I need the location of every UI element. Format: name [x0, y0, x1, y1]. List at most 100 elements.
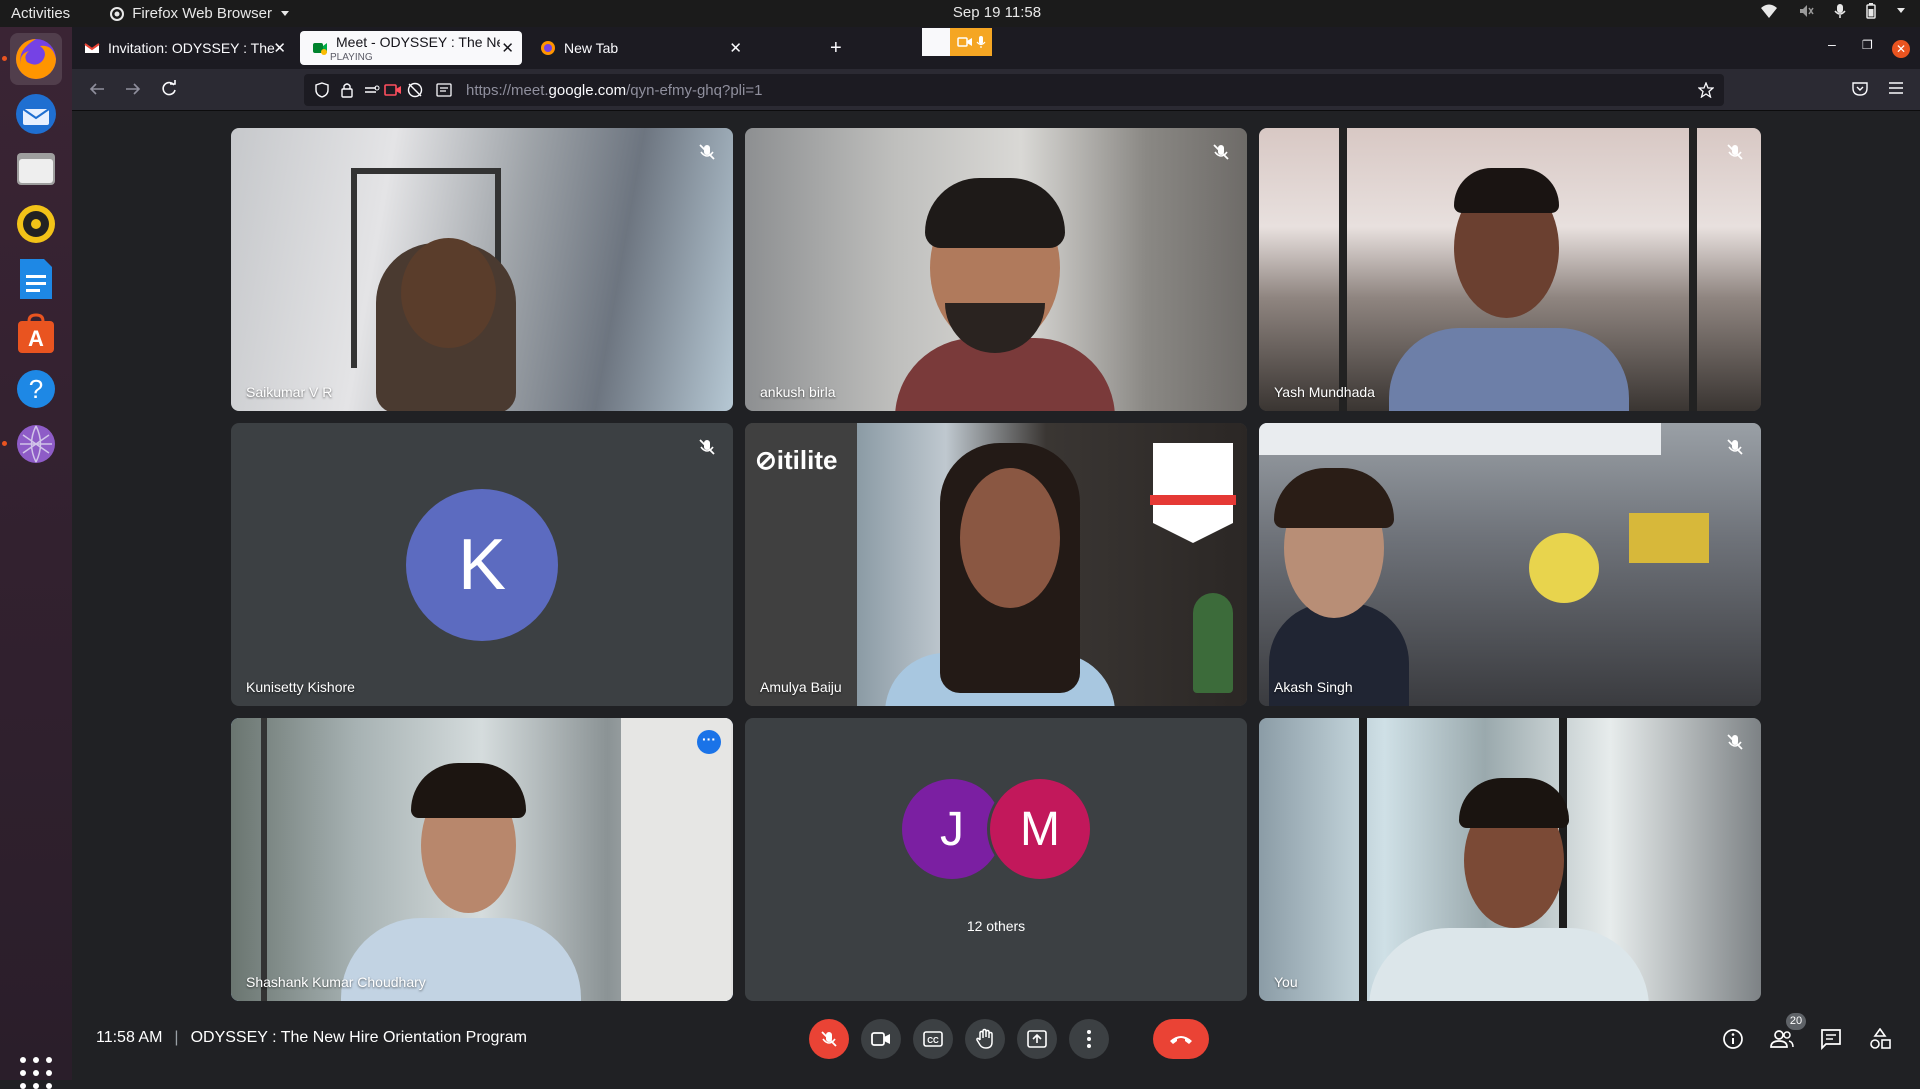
- dock-software[interactable]: A: [10, 308, 62, 360]
- activities-button[interactable]: [1868, 1027, 1892, 1051]
- activities-button[interactable]: Activities: [11, 5, 70, 22]
- system-tray[interactable]: [1760, 3, 1906, 19]
- camera-icon: [956, 37, 972, 47]
- participant-name: ankush birla: [760, 384, 836, 400]
- others-count-label: 12 others: [966, 918, 1026, 934]
- camera-toggle-button[interactable]: [861, 1019, 901, 1059]
- forward-button[interactable]: [124, 80, 142, 103]
- arrow-left-icon: [89, 83, 104, 95]
- participant-video: [231, 718, 733, 1001]
- meeting-details-button[interactable]: [1721, 1027, 1745, 1051]
- participant-tile[interactable]: ⊘itilite Amulya Baiju: [745, 423, 1247, 706]
- document-icon: [20, 259, 52, 299]
- dock-firefox[interactable]: [10, 33, 62, 85]
- dock-thunderbird[interactable]: [10, 88, 62, 140]
- dock-help[interactable]: ?: [10, 363, 62, 415]
- chevron-down-icon: [280, 10, 289, 16]
- system-top-bar: Activities Firefox Web Browser Sep 19 11…: [0, 0, 1920, 27]
- svg-text:CC: CC: [927, 1036, 939, 1045]
- back-button[interactable]: [88, 80, 106, 103]
- dock-network[interactable]: [10, 418, 62, 470]
- tab-title: Invitation: ODYSSEY : The New Hire: [108, 40, 278, 56]
- chat-button[interactable]: [1819, 1027, 1843, 1051]
- mic-off-icon: [699, 144, 715, 160]
- volume-muted-icon: [1800, 5, 1814, 17]
- chat-icon: [1821, 1029, 1841, 1050]
- present-screen-button[interactable]: [1017, 1019, 1057, 1059]
- running-indicator: [2, 56, 7, 61]
- raise-hand-button[interactable]: [965, 1019, 1005, 1059]
- firefox-icon: [541, 41, 555, 55]
- participant-tile[interactable]: K Kunisetty Kishore: [231, 423, 733, 706]
- close-icon[interactable]: ✕: [729, 39, 742, 57]
- mic-off-icon: [1727, 734, 1743, 750]
- dock-files[interactable]: [10, 143, 62, 195]
- new-tab-button[interactable]: +: [830, 37, 842, 60]
- meeting-details: 11:58 AM | ODYSSEY : The New Hire Orientat…: [96, 1029, 528, 1046]
- svg-text:?: ?: [29, 374, 43, 404]
- tab-meet[interactable]: Meet - ODYSSEY : The New Hire PLAYING ✕: [300, 31, 522, 65]
- participant-tile[interactable]: ankush birla: [745, 128, 1247, 411]
- screen-share-indicator: [922, 28, 950, 56]
- app-menu-label: Firefox Web Browser: [132, 5, 272, 22]
- tab-new[interactable]: New Tab ✕: [528, 31, 750, 65]
- url-bar[interactable]: https://meet.google.com/qyn-efmy-ghq?pli…: [304, 74, 1724, 106]
- thunderbird-icon: [16, 94, 56, 134]
- participant-tile[interactable]: Saikumar V R: [231, 128, 733, 411]
- mic-off-icon: [1727, 439, 1743, 455]
- arrow-right-icon: [126, 83, 141, 95]
- permissions-icon[interactable]: [364, 82, 380, 98]
- svg-text:A: A: [28, 326, 44, 351]
- pocket-button[interactable]: [1852, 80, 1868, 101]
- participant-video: [231, 128, 733, 411]
- participant-name: Kunisetty Kishore: [246, 679, 355, 695]
- dock-writer[interactable]: [10, 253, 62, 305]
- shield-icon[interactable]: [314, 82, 330, 98]
- people-button[interactable]: [1770, 1027, 1794, 1051]
- menu-button[interactable]: [1888, 80, 1904, 101]
- close-icon[interactable]: ✕: [501, 39, 514, 57]
- music-player-icon: [17, 205, 55, 243]
- people-icon: [1770, 1030, 1794, 1048]
- present-to-all-icon: [1027, 1030, 1047, 1048]
- closed-captions-icon: CC: [923, 1031, 943, 1047]
- tab-strip: Invitation: ODYSSEY : The New Hire ✕ Mee…: [72, 27, 1920, 69]
- sharing-indicator[interactable]: [922, 28, 992, 56]
- self-tile[interactable]: You: [1259, 718, 1761, 1001]
- camera-mic-indicator: [950, 28, 992, 56]
- meet-control-bar: 11:58 AM | ODYSSEY : The New Hire Orientat…: [72, 1005, 1920, 1075]
- participant-tile-speaking[interactable]: ··· Shashank Kumar Choudhary: [231, 718, 733, 1001]
- app-menu[interactable]: Firefox Web Browser: [110, 5, 290, 22]
- lock-icon[interactable]: [340, 82, 354, 98]
- participant-video: ⊘itilite: [745, 423, 1247, 706]
- more-options-button[interactable]: [1069, 1019, 1109, 1059]
- tab-invitation[interactable]: Invitation: ODYSSEY : The New Hire ✕: [72, 31, 294, 65]
- others-tile[interactable]: J M 12 others: [745, 718, 1247, 1001]
- globe-icon: [17, 425, 55, 463]
- camera-sharing-icon[interactable]: [384, 83, 402, 97]
- autoplay-blocked-icon[interactable]: [406, 82, 424, 98]
- show-apps-icon[interactable]: [20, 1057, 52, 1089]
- more-vert-icon: [1087, 1030, 1091, 1048]
- minimize-button[interactable]: –: [1828, 36, 1836, 52]
- participant-tile[interactable]: Yash Mundhada: [1259, 128, 1761, 411]
- window-close-button[interactable]: ✕: [1892, 40, 1910, 58]
- wifi-icon: [1761, 4, 1777, 18]
- page-info-icon[interactable]: [436, 83, 452, 97]
- meet-stage: Saikumar V R ankush birla Yash Mundhada …: [72, 111, 1920, 1080]
- more-options-button[interactable]: ···: [697, 730, 721, 754]
- participant-tile[interactable]: Akash Singh: [1259, 423, 1761, 706]
- restore-button[interactable]: ❐: [1862, 38, 1873, 52]
- folder-icon: [17, 153, 55, 185]
- reload-button[interactable]: [160, 80, 178, 103]
- close-icon[interactable]: ✕: [273, 39, 286, 57]
- url-text: https://meet.google.com/qyn-efmy-ghq?pli…: [466, 81, 763, 99]
- leave-call-button[interactable]: [1153, 1019, 1209, 1059]
- participant-name: You: [1274, 974, 1298, 990]
- bookmark-star-icon[interactable]: [1697, 81, 1715, 103]
- captions-button[interactable]: CC: [913, 1019, 953, 1059]
- meeting-time: 11:58 AM: [96, 1029, 163, 1046]
- microphone-toggle-button[interactable]: [809, 1019, 849, 1059]
- dock-rhythmbox[interactable]: [10, 198, 62, 250]
- microphone-icon: [976, 36, 985, 48]
